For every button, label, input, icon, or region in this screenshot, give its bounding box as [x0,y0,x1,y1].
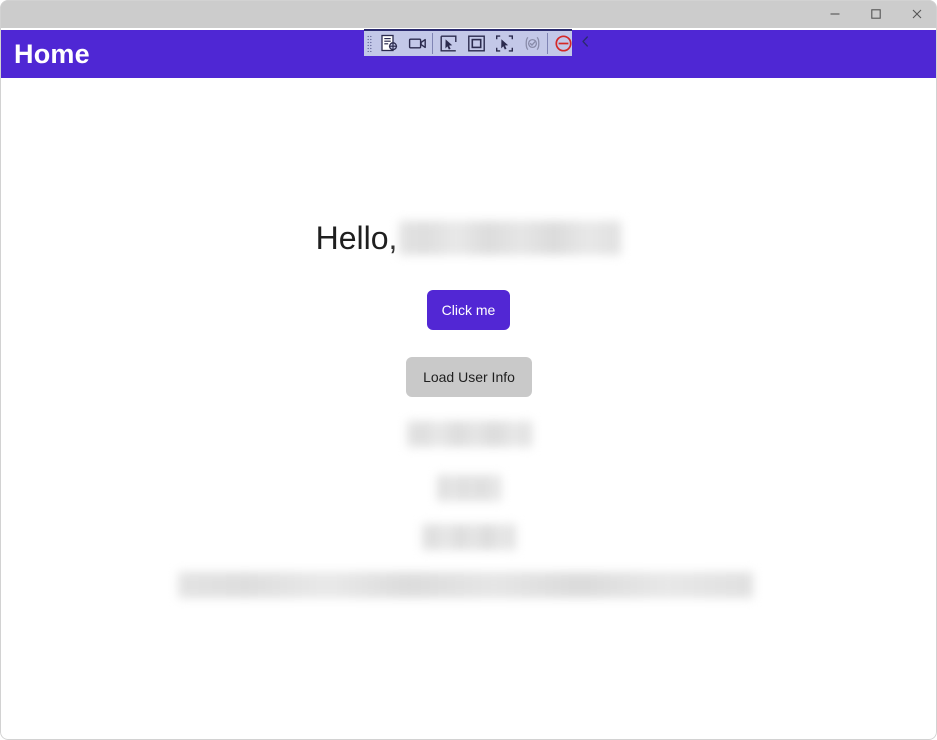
bounding-box-icon [467,34,486,53]
maximize-icon [870,8,882,20]
user-info-line-1-redacted [407,421,532,447]
validate-button [518,31,546,56]
stop-button[interactable] [549,31,577,56]
stop-block-icon [554,34,573,53]
grip-dots-icon [367,35,372,52]
minimize-button[interactable] [814,0,855,28]
close-icon [911,8,923,20]
validate-check-icon [523,34,542,53]
toolbar-separator [432,33,433,54]
select-element-button[interactable] [434,31,462,56]
window-controls [814,0,937,28]
user-info-line-2-redacted [437,475,501,501]
user-info-line-3-redacted [422,524,516,550]
application-window: Home Hello, Click me Load User Info [0,0,937,740]
page-title: Home [14,38,90,69]
footer-bar-redacted [178,572,753,598]
greeting-row: Hello, [0,221,937,255]
click-me-button[interactable]: Click me [427,290,510,330]
video-camera-icon [408,34,427,53]
toolbar-drag-handle[interactable] [364,31,375,56]
window-titlebar [0,0,937,28]
minimize-icon [829,8,841,20]
cursor-select-icon [439,34,458,53]
collapse-toolbar-button[interactable] [577,31,593,56]
inspect-document-icon [380,34,399,53]
cursor-region-icon [495,34,514,53]
highlight-element-button[interactable] [462,31,490,56]
greeting-name-redacted [399,221,622,255]
maximize-button[interactable] [855,0,896,28]
record-video-button[interactable] [403,31,431,56]
inspect-element-button[interactable] [375,31,403,56]
load-user-info-button[interactable]: Load User Info [406,357,532,397]
close-button[interactable] [896,0,937,28]
main-content: Hello, Click me Load User Info [0,78,937,738]
automation-toolbar [364,29,588,56]
greeting-text: Hello, [315,220,398,256]
chevron-left-icon [580,35,591,53]
select-region-button[interactable] [490,31,518,56]
toolbar-separator [547,33,548,54]
